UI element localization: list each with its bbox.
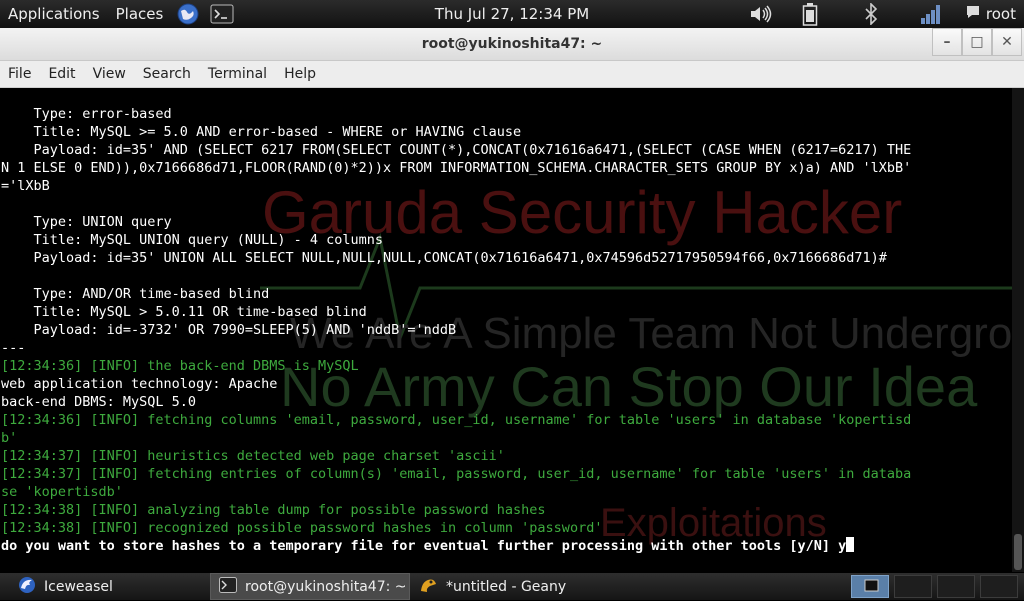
geany-icon [418, 576, 438, 598]
signal-icon[interactable] [918, 0, 944, 28]
task-label: root@yukinoshita47: ~ [245, 578, 407, 595]
chat-icon [965, 4, 981, 24]
volume-icon[interactable] [748, 0, 774, 28]
menu-view[interactable]: View [85, 61, 135, 87]
globe-icon[interactable] [175, 3, 201, 25]
menu-search[interactable]: Search [135, 61, 200, 87]
clock[interactable]: Thu Jul 27, 12:34 PM [435, 5, 589, 23]
bluetooth-icon[interactable] [860, 0, 882, 28]
task-terminal[interactable]: root@yukinoshita47: ~ [210, 573, 410, 600]
terminal-line: [12:34:36] [INFO] the back-end DBMS is M… [1, 358, 359, 374]
terminal-scrollbar[interactable] [1012, 88, 1024, 572]
minimize-icon: – [943, 34, 951, 50]
close-icon: ✕ [1001, 34, 1013, 50]
terminal-line: Payload: id=35' AND (SELECT 6217 FROM(SE… [1, 142, 912, 158]
terminal-line: N 1 ELSE 0 END)),0x7166686d71,FLOOR(RAND… [1, 160, 912, 176]
terminal-line: Payload: id=-3732' OR 7990=SLEEP(5) AND … [1, 322, 457, 338]
task-label: *untitled - Geany [446, 578, 567, 595]
terminal-view[interactable]: Garuda Security Hacker We Are A Simple T… [0, 88, 1012, 572]
terminal-line: --- [1, 340, 26, 356]
minimize-button[interactable]: – [932, 28, 962, 56]
terminal-output: Type: error-based Title: MySQL >= 5.0 AN… [1, 105, 911, 555]
menu-edit[interactable]: Edit [40, 61, 84, 87]
terminal-line: [12:34:36] [INFO] fetching columns 'emai… [1, 412, 912, 428]
terminal-line: Payload: id=35' UNION ALL SELECT NULL,NU… [1, 250, 887, 266]
terminal-line: Title: MySQL >= 5.0 AND error-based - WH… [1, 124, 522, 140]
terminal-line: ='lXbB [1, 178, 50, 194]
places-menu[interactable]: Places [108, 0, 172, 28]
menu-file[interactable]: File [0, 61, 40, 87]
top-panel: Applications Places Thu Jul 27, 12:34 PM… [0, 0, 1024, 28]
workspace-3[interactable] [937, 575, 975, 598]
terminal-line: [12:34:37] [INFO] fetching entries of co… [1, 466, 912, 482]
menu-help[interactable]: Help [276, 61, 325, 87]
task-geany[interactable]: *untitled - Geany [412, 573, 642, 600]
task-label: Iceweasel [44, 578, 113, 595]
terminal-line: web application technology: Apache [1, 376, 278, 392]
task-iceweasel[interactable]: Iceweasel [0, 573, 208, 600]
close-button[interactable]: ✕ [992, 28, 1022, 56]
terminal-icon [219, 576, 237, 597]
text-cursor [846, 537, 855, 552]
terminal-line: [12:34:38] [INFO] analyzing table dump f… [1, 502, 546, 518]
applications-menu[interactable]: Applications [0, 0, 108, 28]
terminal-line: [12:34:37] [INFO] heuristics detected we… [1, 448, 505, 464]
workspace-1[interactable] [851, 575, 889, 598]
menu-terminal[interactable]: Terminal [200, 61, 276, 87]
maximize-icon: □ [970, 34, 984, 50]
window-title: root@yukinoshita47: ~ [421, 36, 603, 52]
workspace-4[interactable] [980, 575, 1018, 598]
terminal-line: Type: error-based [1, 106, 172, 122]
user-name: root [985, 5, 1016, 23]
bottom-taskbar: Iceweasel root@yukinoshita47: ~ *untitle… [0, 573, 1024, 600]
battery-icon[interactable] [800, 0, 820, 28]
iceweasel-icon [18, 576, 36, 598]
terminal-line: b' [1, 430, 18, 446]
terminal-line: [12:34:38] [INFO] recognized possible pa… [1, 520, 603, 536]
terminal-line: back-end DBMS: MySQL 5.0 [1, 394, 197, 410]
terminal-line: do you want to store hashes to a tempora… [1, 537, 911, 555]
workspace-2[interactable] [894, 575, 932, 598]
terminal-icon[interactable] [209, 3, 235, 25]
terminal-line: Title: MySQL > 5.0.11 OR time-based blin… [1, 304, 367, 320]
terminal-line: Type: UNION query [1, 214, 172, 230]
menubar: File Edit View Search Terminal Help [0, 61, 1024, 88]
scrollbar-thumb[interactable] [1014, 534, 1022, 570]
user-menu[interactable]: root [965, 0, 1016, 28]
maximize-button[interactable]: □ [962, 28, 992, 56]
terminal-line: Type: AND/OR time-based blind [1, 286, 270, 302]
window-titlebar[interactable]: root@yukinoshita47: ~ – □ ✕ [0, 28, 1024, 61]
terminal-line: se 'kopertisdb' [1, 484, 123, 500]
terminal-line: Title: MySQL UNION query (NULL) - 4 colu… [1, 232, 384, 248]
